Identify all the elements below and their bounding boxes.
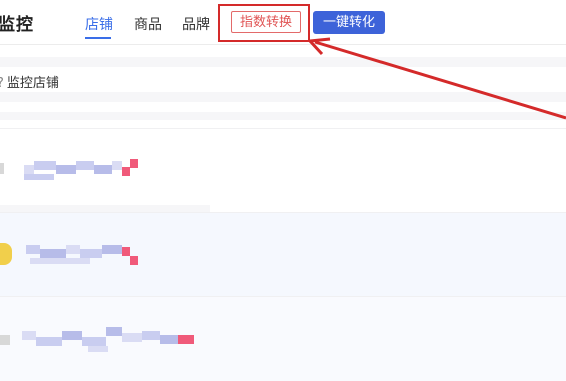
shop-badge	[130, 256, 138, 265]
list-item[interactable]	[0, 213, 566, 297]
header-divider	[0, 44, 566, 45]
shop-avatar	[0, 163, 4, 174]
help-icon: ?	[0, 76, 4, 91]
shop-avatar	[0, 335, 10, 345]
list-item[interactable]	[0, 129, 566, 213]
shop-badge	[178, 335, 194, 344]
tab-shop[interactable]: 店铺	[85, 14, 113, 34]
list-item[interactable]	[0, 297, 566, 381]
section-label-text: 监控店铺	[6, 76, 59, 91]
shop-badge	[122, 167, 130, 176]
one-click-convert-button[interactable]: 一键转化	[313, 11, 385, 34]
page-title: 监控	[0, 15, 34, 35]
tab-active-underline	[85, 37, 111, 39]
shop-badge	[122, 247, 130, 256]
tab-product[interactable]: 商品	[134, 14, 162, 34]
section-label: ?监控店铺	[0, 72, 59, 91]
tab-brand[interactable]: 品牌	[182, 14, 210, 34]
shop-avatar	[0, 243, 12, 265]
index-convert-button[interactable]: 指数转换	[231, 11, 301, 33]
shop-badge	[130, 159, 138, 168]
